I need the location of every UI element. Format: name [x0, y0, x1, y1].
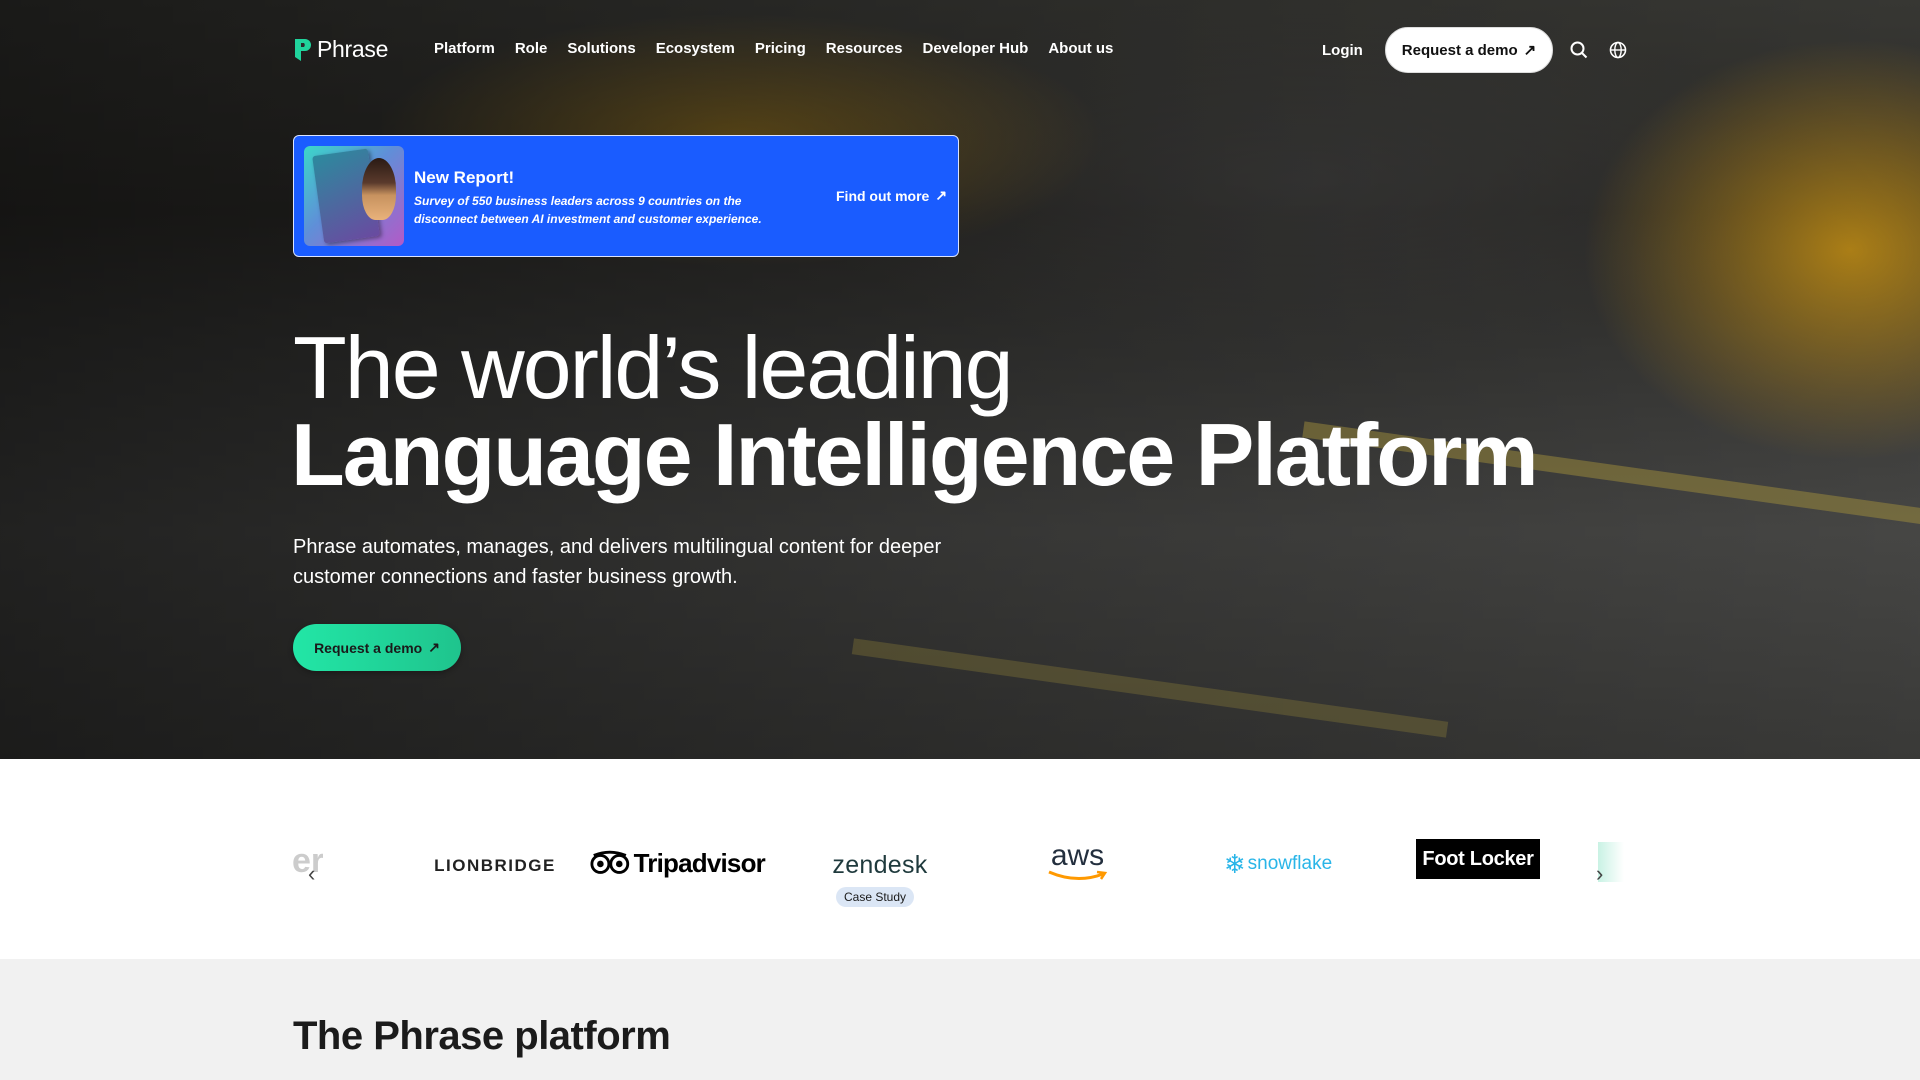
snowflake-icon: ❄	[1223, 848, 1246, 879]
request-demo-button-hero[interactable]: Request a demo ↗	[293, 624, 461, 671]
phrase-logo-icon	[293, 37, 311, 63]
request-demo-button-header[interactable]: Request a demo ↗	[1385, 27, 1553, 73]
main-nav: Platform Role Solutions Ecosystem Pricin…	[434, 40, 1133, 57]
search-icon[interactable]	[1568, 39, 1590, 61]
phrase-logo-text: Phrase	[317, 36, 389, 62]
nav-item-about-us[interactable]: About us	[1048, 40, 1113, 57]
phrase-logo[interactable]: Phrase	[293, 36, 388, 63]
find-out-more-label: Find out more	[836, 187, 930, 204]
lionbridge-logo: LIONBRIDGE	[434, 856, 556, 875]
site-header: Phrase Platform Role Solutions Ecosystem…	[0, 0, 1920, 100]
aws-logo: aws	[1040, 837, 1115, 887]
carousel-next-button[interactable]: ›	[1596, 861, 1603, 887]
tripadvisor-logo: Tripadvisor	[590, 843, 766, 883]
nav-item-ecosystem[interactable]: Ecosystem	[656, 40, 735, 57]
globe-icon[interactable]	[1607, 39, 1629, 61]
nav-item-developer-hub[interactable]: Developer Hub	[922, 40, 1028, 57]
arrow-up-right-icon: ↗	[935, 187, 948, 203]
hero-subtitle: Phrase automates, manages, and delivers …	[293, 536, 942, 588]
hero-headline-light: The world’s leading	[293, 318, 1014, 417]
customer-logo-carousel: er LIONBRIDGE Tripadvisor zendesk aws ❄ …	[0, 759, 1920, 959]
snowflake-logo: ❄ snowflake	[1223, 848, 1333, 879]
arrow-up-right-icon: ↗	[1523, 42, 1537, 59]
report-cover-image	[304, 146, 404, 246]
nav-item-pricing[interactable]: Pricing	[755, 40, 806, 57]
case-study-badge[interactable]: Case Study	[836, 887, 915, 907]
nav-item-platform[interactable]: Platform	[434, 40, 495, 57]
request-demo-label: Request a demo	[1401, 41, 1518, 59]
login-link[interactable]: Login	[1322, 42, 1363, 59]
nav-item-solutions[interactable]: Solutions	[567, 40, 635, 57]
foot-locker-logo: Foot Locker	[1416, 839, 1540, 879]
nav-item-role[interactable]: Role	[515, 40, 548, 57]
find-out-more-link[interactable]: Find out more ↗	[836, 187, 947, 204]
carousel-prev-button[interactable]: ‹	[308, 861, 315, 887]
section-title: The Phrase platform	[293, 1014, 671, 1058]
hero-section: Phrase Platform Role Solutions Ecosystem…	[0, 0, 1920, 759]
banner-title: New Report!	[414, 168, 515, 187]
banner-description: Survey of 550 business leaders across 9 …	[414, 194, 762, 226]
nav-item-resources[interactable]: Resources	[826, 40, 903, 57]
zendesk-logo: zendesk	[832, 850, 928, 879]
arrow-up-right-icon: ↗	[428, 639, 440, 655]
request-demo-label: Request a demo	[314, 639, 423, 656]
hero-headline-bold: Language Intelligence Platform	[291, 405, 1539, 504]
tripadvisor-owl-icon	[590, 850, 630, 874]
aws-smile-icon	[1047, 870, 1107, 880]
report-portrait-graphic	[362, 158, 396, 220]
report-banner[interactable]: New Report! Survey of 550 business leade…	[293, 135, 959, 257]
